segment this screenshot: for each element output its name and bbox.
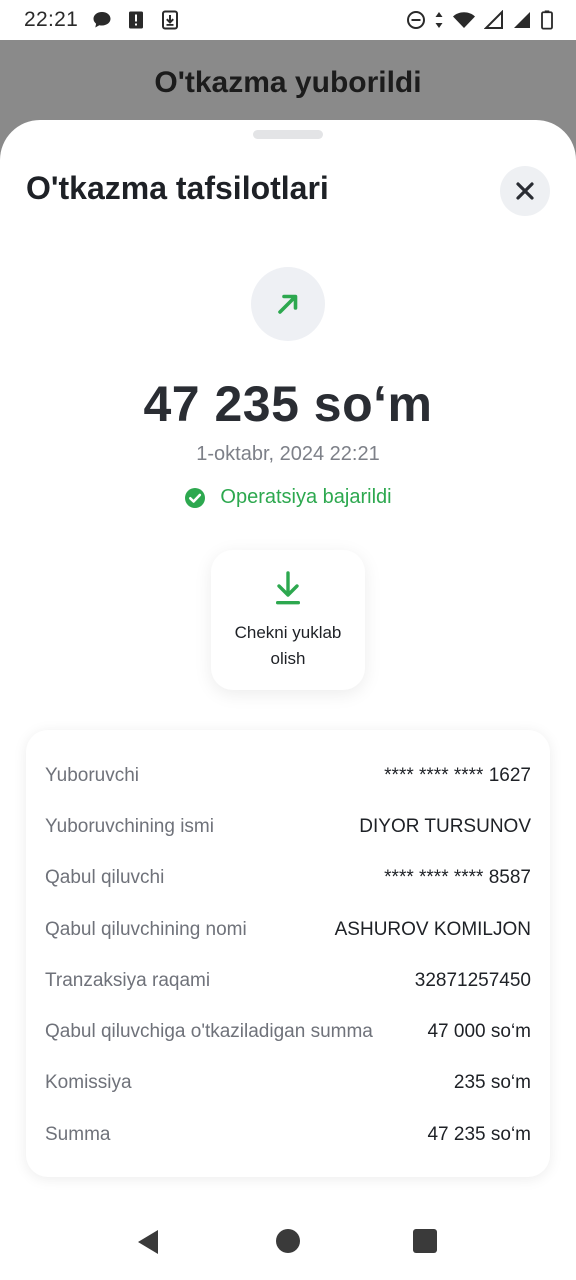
arrow-up-right-icon — [278, 294, 298, 314]
transfer-datetime: 1-oktabr, 2024 22:21 — [196, 443, 380, 465]
close-button[interactable] — [500, 166, 550, 216]
status-left-icons — [92, 10, 180, 30]
download-receipt-label: Chekni yuklab olish — [234, 623, 342, 668]
detail-value: 47 000 so‘m — [427, 1021, 531, 1043]
detail-value: **** **** **** 8587 — [384, 867, 531, 889]
detail-value: ASHUROV KOMILJON — [334, 918, 531, 940]
detail-label: Yuboruvchi — [45, 764, 140, 786]
download-receipt-button[interactable]: Chekni yuklab olish — [211, 550, 365, 690]
detail-row-sender-name: Yuboruvchining ismi DIYOR TURSUNOV — [45, 801, 531, 852]
detail-label: Yuboruvchining ismi — [45, 815, 214, 837]
status-time: 22:21 — [24, 8, 79, 31]
details-card: Yuboruvchi **** **** **** 1627 Yuboruvch… — [26, 730, 550, 1177]
detail-row-commission: Komissiya 235 so‘m — [45, 1058, 531, 1109]
signal-icon — [484, 10, 503, 29]
detail-label: Qabul qiluvchiga o'tkaziladigan summa — [45, 1021, 373, 1043]
battery-icon — [541, 10, 553, 30]
detail-row-transaction-id: Tranzaksiya raqami 32871257450 — [45, 955, 531, 1006]
detail-label: Summa — [45, 1123, 111, 1145]
detail-label: Qabul qiluvchi — [45, 867, 165, 889]
signal-full-icon — [514, 12, 530, 28]
close-icon — [516, 182, 534, 200]
alert-icon — [129, 11, 144, 29]
do-not-disturb-icon — [407, 11, 425, 29]
status-bar: 22:21 — [0, 0, 576, 40]
status-text: Operatsiya bajarildi — [220, 486, 392, 508]
wifi-icon — [453, 12, 475, 28]
status-right-icons — [406, 10, 554, 30]
chat-bubble-icon — [93, 12, 111, 28]
detail-row-sender: Yuboruvchi **** **** **** 1627 — [45, 750, 531, 801]
transfer-amount: 47 235 so‘m — [143, 376, 433, 432]
detail-label: Komissiya — [45, 1072, 132, 1094]
home-icon[interactable] — [276, 1229, 300, 1253]
sheet-title: O'tkazma tafsilotlari — [26, 170, 329, 206]
detail-value: 235 so‘m — [453, 1072, 531, 1094]
download-notification-icon — [162, 10, 179, 30]
sheet-drag-handle[interactable] — [253, 130, 323, 139]
detail-row-total: Summa 47 235 so‘m — [45, 1109, 531, 1160]
recent-apps-icon[interactable] — [413, 1229, 437, 1253]
detail-row-recipient-amount: Qabul qiluvchiga o'tkaziladigan summa 47… — [45, 1006, 531, 1057]
detail-value: 32871257450 — [414, 969, 531, 991]
download-icon — [276, 571, 300, 605]
detail-row-recipient: Qabul qiluvchi **** **** **** 8587 — [45, 853, 531, 904]
back-icon[interactable] — [136, 1228, 160, 1256]
backdrop-title: O'tkazma yuborildi — [154, 66, 422, 99]
data-arrows-icon — [435, 12, 443, 28]
detail-value: 47 235 so‘m — [427, 1123, 531, 1145]
transfer-details-sheet: O'tkazma tafsilotlari 47 235 so‘m 1-okta… — [0, 120, 576, 1280]
detail-label: Tranzaksiya raqami — [45, 969, 211, 991]
status-badge: Operatsiya bajarildi — [0, 486, 576, 509]
detail-value: DIYOR TURSUNOV — [359, 815, 531, 837]
detail-label: Qabul qiluvchining nomi — [45, 918, 247, 940]
navigation-bar — [0, 1200, 576, 1280]
check-circle-icon — [185, 487, 206, 508]
direction-badge — [251, 267, 325, 341]
detail-value: **** **** **** 1627 — [384, 764, 531, 786]
detail-row-recipient-name: Qabul qiluvchining nomi ASHUROV KOMILJON — [45, 904, 531, 955]
